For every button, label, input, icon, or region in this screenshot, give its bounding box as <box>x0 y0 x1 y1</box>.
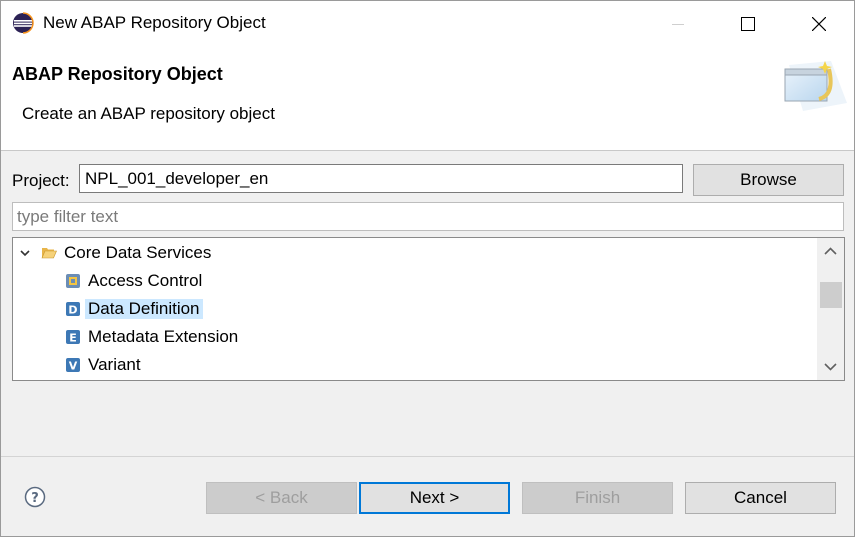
window-title: New ABAP Repository Object <box>43 13 266 32</box>
eclipse-app-icon <box>13 12 34 34</box>
footer-separator <box>1 456 854 457</box>
browse-button[interactable]: Browse <box>693 164 844 196</box>
page-description: Create an ABAP repository object <box>22 104 275 123</box>
minimize-icon <box>672 24 684 25</box>
finish-button[interactable]: Finish <box>522 482 673 514</box>
page-title: ABAP Repository Object <box>12 64 223 84</box>
minimize-button[interactable] <box>655 1 701 47</box>
close-button[interactable] <box>796 1 842 47</box>
metadata-extension-icon: E <box>66 330 80 345</box>
tree-item-metadata-extension[interactable]: E Metadata Extension <box>65 324 241 350</box>
close-icon <box>812 17 826 31</box>
svg-text:D: D <box>68 304 77 317</box>
tree-item-label: Data Definition <box>85 299 203 319</box>
dialog-window: New ABAP Repository Object ABAP Reposito… <box>0 0 855 537</box>
chevron-up-icon[interactable] <box>817 238 844 264</box>
tree-scrollbar[interactable] <box>817 238 844 380</box>
wizard-banner-icon <box>784 61 847 111</box>
variant-icon: V <box>66 358 80 373</box>
svg-text:?: ? <box>31 491 39 506</box>
svg-text:V: V <box>69 360 78 373</box>
tree-item-data-definition[interactable]: D Data Definition <box>65 296 203 322</box>
maximize-button[interactable] <box>725 1 771 47</box>
project-input[interactable]: NPL_001_developer_en <box>79 164 683 193</box>
filter-input[interactable]: type filter text <box>12 202 844 231</box>
access-control-icon <box>66 274 80 288</box>
tree-item-label: Variant <box>88 355 141 374</box>
chevron-down-icon[interactable] <box>19 247 31 259</box>
maximize-icon <box>741 17 755 31</box>
help-icon[interactable]: ? <box>24 486 46 508</box>
tree-group-label: Core Data Services <box>64 243 212 262</box>
tree-group-core-data-services[interactable]: Core Data Services <box>19 240 214 266</box>
tree-item-access-control[interactable]: Access Control <box>65 268 205 294</box>
cancel-button[interactable]: Cancel <box>685 482 836 514</box>
wizard-header: ABAP Repository Object Create an ABAP re… <box>1 47 854 151</box>
tree-item-label: Access Control <box>88 271 203 290</box>
title-bar: New ABAP Repository Object <box>1 1 854 47</box>
svg-text:E: E <box>69 332 77 345</box>
folder-open-icon <box>41 248 57 259</box>
tree-item-label: Metadata Extension <box>88 327 239 346</box>
data-definition-icon: D <box>66 302 80 317</box>
chevron-down-icon[interactable] <box>817 354 844 380</box>
back-button[interactable]: < Back <box>206 482 357 514</box>
object-type-tree[interactable]: Core Data Services Access Control D Data… <box>12 237 845 381</box>
tree-item-variant[interactable]: V Variant <box>65 352 144 378</box>
project-label: Project: <box>12 171 70 190</box>
next-button[interactable]: Next > <box>359 482 510 514</box>
scrollbar-thumb[interactable] <box>820 282 842 308</box>
